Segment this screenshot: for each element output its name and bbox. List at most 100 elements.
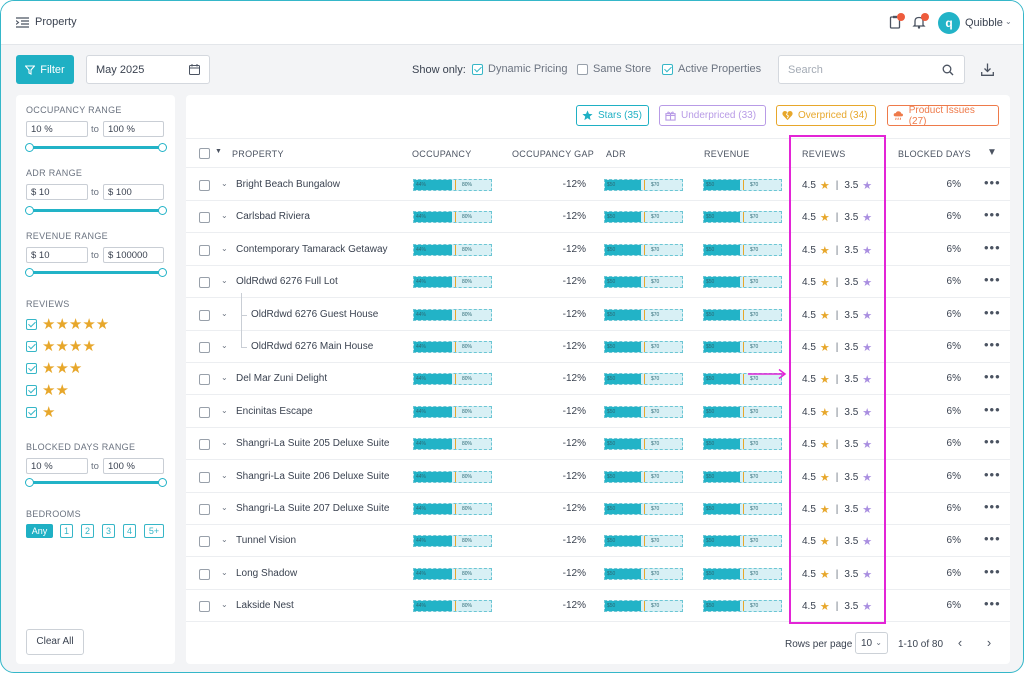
table-row[interactable]: ⌄ OldRdwd 6276 Full Lot 44% 80% -12% $50… <box>186 266 1010 298</box>
chevron-down-icon[interactable]: ⌄ <box>221 535 228 544</box>
slider-handle[interactable] <box>25 143 34 152</box>
more-options-icon[interactable]: ••• <box>984 402 1001 417</box>
search-icon[interactable] <box>942 64 954 76</box>
property-name[interactable]: Shangri-La Suite 206 Deluxe Suite <box>236 471 389 482</box>
menu-collapse-icon[interactable] <box>16 17 29 28</box>
more-options-icon[interactable]: ••• <box>984 369 1001 384</box>
chevron-down-icon[interactable]: ⌄ <box>221 471 228 480</box>
more-options-icon[interactable]: ••• <box>984 207 1001 222</box>
slider-handle[interactable] <box>158 143 167 152</box>
property-name[interactable]: Carlsbad Riviera <box>236 211 310 222</box>
property-name[interactable]: OldRdwd 6276 Guest House <box>251 309 378 320</box>
table-row[interactable]: ⌄ Long Shadow 44% 80% -12% $50 $70 $50 $… <box>186 558 1010 590</box>
stars-filter-chip[interactable]: Stars (35) <box>576 105 649 126</box>
checkbox[interactable] <box>26 363 37 374</box>
row-checkbox[interactable] <box>199 310 210 321</box>
search-input[interactable] <box>788 64 928 76</box>
avatar[interactable]: q <box>938 12 960 34</box>
row-checkbox[interactable] <box>199 180 210 191</box>
product-issues-filter-chip[interactable]: Product Issues (27) <box>887 105 999 127</box>
checkbox[interactable] <box>577 63 588 75</box>
col-header-property[interactable]: PROPERTY <box>232 149 284 159</box>
caret-down-icon[interactable]: ▼ <box>215 148 222 155</box>
next-page-button[interactable]: › <box>982 635 996 651</box>
occupancy-slider[interactable] <box>25 143 167 152</box>
col-header-adr[interactable]: ADR <box>606 149 626 159</box>
property-name[interactable]: Lakside Nest <box>236 600 294 611</box>
property-name[interactable]: Bright Beach Bungalow <box>236 179 340 190</box>
blocked-days-slider[interactable] <box>25 478 167 487</box>
chevron-down-icon[interactable]: ⌄ <box>221 438 228 447</box>
row-checkbox[interactable] <box>199 569 210 580</box>
review-filter-2[interactable]: ★★ <box>26 383 69 398</box>
checkbox[interactable] <box>26 385 37 396</box>
table-row[interactable]: ⌄ Carlsbad Riviera 44% 80% -12% $50 $70 … <box>186 201 1010 233</box>
filter-button[interactable]: Filter <box>16 55 74 84</box>
revenue-max-input[interactable]: $ 100000 <box>103 247 164 263</box>
row-checkbox[interactable] <box>199 342 210 353</box>
slider-handle[interactable] <box>25 478 34 487</box>
adr-max-input[interactable]: $ 100 <box>103 184 164 200</box>
more-options-icon[interactable]: ••• <box>984 499 1001 514</box>
col-header-occupancy-gap[interactable]: OCCUPANCY GAP <box>512 149 594 159</box>
chevron-down-icon[interactable]: ⌄ <box>221 503 228 512</box>
adr-slider[interactable] <box>25 206 167 215</box>
table-row[interactable]: ⌄ Bright Beach Bungalow 44% 80% -12% $50… <box>186 169 1010 201</box>
table-row[interactable]: ⌄ Contemporary Tamarack Getaway 44% 80% … <box>186 234 1010 266</box>
row-checkbox[interactable] <box>199 439 210 450</box>
table-row[interactable]: ⌄ OldRdwd 6276 Guest House 44% 80% -12% … <box>186 299 1010 331</box>
chevron-down-icon[interactable]: ⌄ <box>221 406 228 415</box>
revenue-slider[interactable] <box>25 268 167 277</box>
checkbox[interactable] <box>26 319 37 330</box>
chevron-down-icon[interactable]: ⌄ <box>1005 17 1012 26</box>
underpriced-filter-chip[interactable]: Underpriced (33) <box>659 105 766 126</box>
table-row[interactable]: ⌄ Tunnel Vision 44% 80% -12% $50 $70 $50… <box>186 525 1010 557</box>
row-checkbox[interactable] <box>199 601 210 612</box>
overpriced-filter-chip[interactable]: Overpriced (34) <box>776 105 876 126</box>
clear-all-button[interactable]: Clear All <box>26 629 84 655</box>
slider-handle[interactable] <box>158 206 167 215</box>
blocked-min-input[interactable]: 10 % <box>26 458 88 474</box>
clipboard-icon[interactable] <box>888 13 905 29</box>
date-picker[interactable]: May 2025 <box>86 55 210 84</box>
checkbox[interactable] <box>662 63 673 75</box>
row-checkbox[interactable] <box>199 212 210 223</box>
more-options-icon[interactable]: ••• <box>984 305 1001 320</box>
same-store-checkbox[interactable]: Same Store <box>577 63 651 75</box>
property-name[interactable]: Tunnel Vision <box>236 535 296 546</box>
table-row[interactable]: ⌄ OldRdwd 6276 Main House 44% 80% -12% $… <box>186 331 1010 363</box>
rows-per-page-select[interactable]: 10 ⌄ <box>855 632 888 654</box>
bedrooms-any-button[interactable]: Any <box>26 524 53 538</box>
review-filter-1[interactable]: ★ <box>26 405 55 420</box>
table-row[interactable]: ⌄ Encinitas Escape 44% 80% -12% $50 $70 … <box>186 396 1010 428</box>
property-name[interactable]: Shangri-La Suite 207 Deluxe Suite <box>236 503 389 514</box>
more-options-icon[interactable]: ••• <box>984 175 1001 190</box>
slider-handle[interactable] <box>25 206 34 215</box>
row-checkbox[interactable] <box>199 472 210 483</box>
slider-handle[interactable] <box>158 478 167 487</box>
occupancy-max-input[interactable]: 100 % <box>103 121 164 137</box>
property-name[interactable]: Del Mar Zuni Delight <box>236 373 327 384</box>
property-name[interactable]: OldRdwd 6276 Main House <box>251 341 373 352</box>
bedrooms-5plus-button[interactable]: 5+ <box>144 524 164 538</box>
review-filter-3[interactable]: ★★★ <box>26 361 82 376</box>
dynamic-pricing-checkbox[interactable]: Dynamic Pricing <box>472 63 567 75</box>
slider-handle[interactable] <box>25 268 34 277</box>
bedrooms-4-button[interactable]: 4 <box>123 524 136 538</box>
property-name[interactable]: OldRdwd 6276 Full Lot <box>236 276 338 287</box>
chevron-down-icon[interactable]: ⌄ <box>221 341 228 350</box>
bedrooms-1-button[interactable]: 1 <box>60 524 73 538</box>
revenue-min-input[interactable]: $ 10 <box>26 247 88 263</box>
table-row[interactable]: ⌄ Shangri-La Suite 207 Deluxe Suite 44% … <box>186 493 1010 525</box>
more-options-icon[interactable]: ••• <box>984 467 1001 482</box>
more-options-icon[interactable]: ••• <box>984 434 1001 449</box>
bedrooms-2-button[interactable]: 2 <box>81 524 94 538</box>
blocked-max-input[interactable]: 100 % <box>103 458 164 474</box>
col-header-occupancy[interactable]: OCCUPANCY <box>412 149 472 159</box>
table-row[interactable]: ⌄ Shangri-La Suite 206 Deluxe Suite 44% … <box>186 461 1010 493</box>
row-checkbox[interactable] <box>199 504 210 515</box>
row-checkbox[interactable] <box>199 374 210 385</box>
active-properties-checkbox[interactable]: Active Properties <box>662 63 761 75</box>
checkbox[interactable] <box>472 63 483 75</box>
more-options-icon[interactable]: ••• <box>984 596 1001 611</box>
